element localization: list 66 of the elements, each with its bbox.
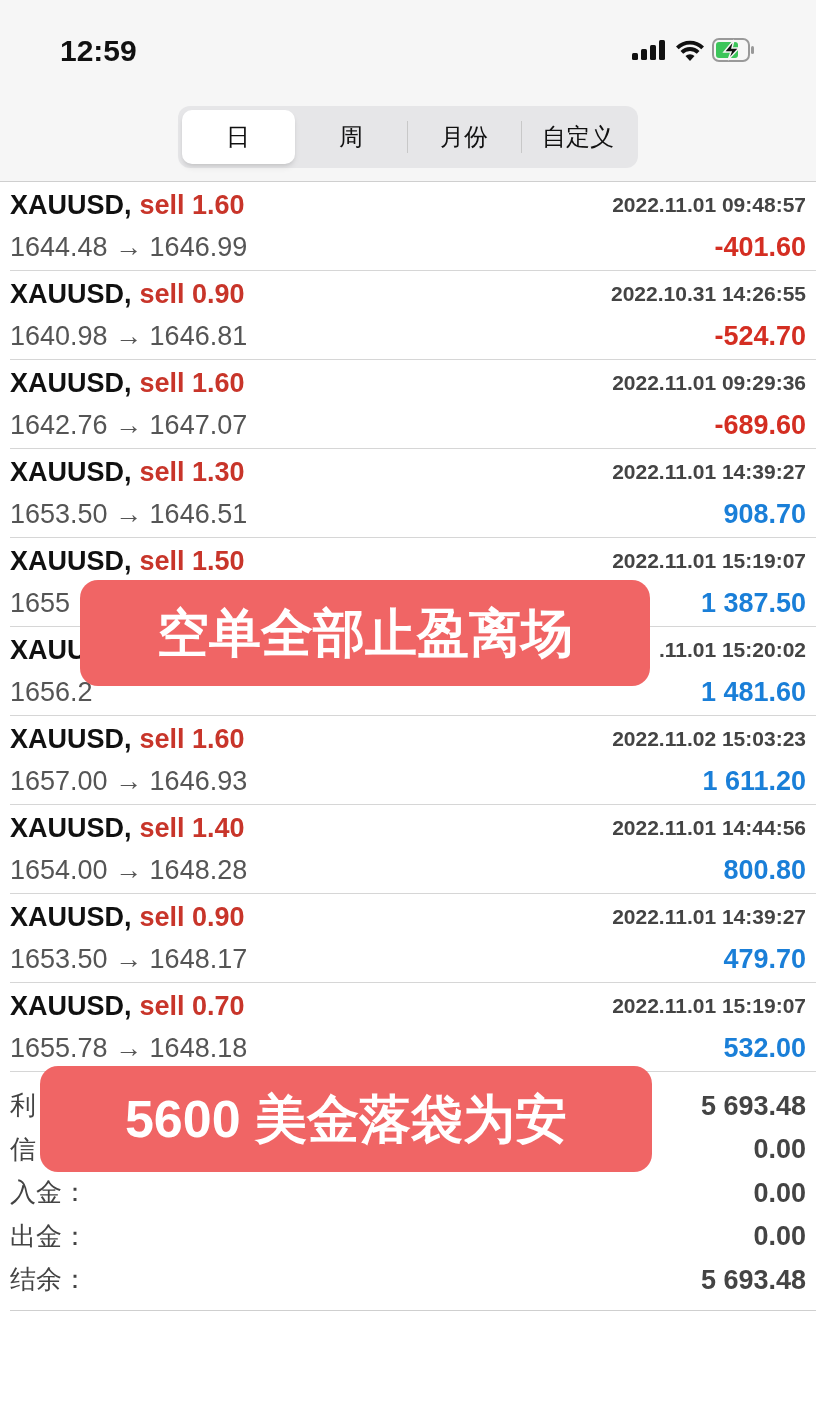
trade-symbol: XAUUSD, — [10, 989, 132, 1023]
trade-prices: 1654.00 → 1648.28 — [10, 854, 248, 887]
trade-time: 2022.11.01 09:29:36 — [612, 370, 806, 396]
trade-profit: 908.70 — [723, 498, 806, 531]
trade-prices: 1642.76 → 1647.07 — [10, 409, 248, 442]
summary-value: 0.00 — [753, 1220, 806, 1253]
trade-symbol: XAUUSD, — [10, 188, 132, 222]
trade-time: 2022.11.01 09:48:57 — [612, 192, 806, 218]
trade-profit: 800.80 — [723, 854, 806, 887]
summary-label: 出金： — [10, 1219, 88, 1253]
period-tab[interactable]: 自定义 — [521, 110, 634, 164]
trade-symbol: XAUUSD, — [10, 544, 132, 578]
summary-label: 结余： — [10, 1263, 88, 1297]
trade-time: 2022.11.01 14:39:27 — [612, 459, 806, 485]
caption-banner: 5600 美金落袋为安 — [40, 1066, 652, 1172]
trade-time: 2022.11.01 14:44:56 — [612, 815, 806, 841]
trade-time: 2022.11.01 15:19:07 — [612, 548, 806, 574]
trade-symbol: XAUUSD, — [10, 811, 132, 845]
trade-symbol: XAUUSD, — [10, 366, 132, 400]
trade-time: 2022.11.01 15:19:07 — [612, 993, 806, 1019]
trade-order: sell 0.90 — [139, 277, 245, 311]
trade-profit: 479.70 — [723, 943, 806, 976]
trade-prices: 1655 — [10, 587, 71, 620]
trade-order: sell 1.40 — [139, 811, 245, 845]
period-tab[interactable]: 月份 — [408, 110, 521, 164]
trade-time: 2022.11.01 14:39:27 — [612, 904, 806, 930]
summary-value: 5 693.48 — [700, 1089, 806, 1123]
trade-profit: 1 481.60 — [700, 676, 806, 709]
trade-order: sell 0.70 — [139, 989, 245, 1023]
trade-time: 2022.11.02 15:03:23 — [612, 726, 806, 752]
period-tab[interactable]: 日 — [182, 110, 295, 164]
trade-profit: 1 387.50 — [700, 587, 806, 620]
trade-symbol: XAUUSD, — [10, 900, 132, 934]
trade-symbol: XAUUSD, — [10, 277, 132, 311]
summary-label: 利 — [10, 1089, 36, 1123]
trade-profit: 1 611.20 — [702, 765, 806, 798]
battery-charging-icon — [712, 38, 756, 62]
trade-symbol: XAUUSD, — [10, 455, 132, 489]
summary-value: 5 693.48 — [700, 1263, 806, 1297]
trade-order: sell 1.50 — [139, 544, 245, 578]
trade-symbol: XAUUSD, — [10, 722, 132, 756]
trade-time: 2022.10.31 14:26:55 — [611, 281, 806, 307]
summary-label: 信 — [10, 1132, 36, 1166]
trade-profit: -689.60 — [714, 409, 806, 442]
trade-prices: 1655.78 → 1648.18 — [10, 1032, 248, 1065]
status-time: 12:59 — [60, 32, 137, 69]
summary-value: 0.00 — [753, 1176, 806, 1210]
trade-order: sell 1.60 — [139, 722, 245, 756]
summary-label: 入金： — [10, 1176, 88, 1210]
trade-order: sell 1.60 — [139, 366, 245, 400]
trade-time: .11.01 15:20:02 — [658, 637, 806, 663]
signal-icon — [632, 40, 668, 60]
trade-order: sell 0.90 — [139, 900, 245, 934]
trade-prices: 1657.00 → 1646.93 — [10, 765, 248, 798]
trade-profit: 532.00 — [723, 1032, 806, 1065]
period-tab[interactable]: 周 — [294, 110, 407, 164]
trade-prices: 1640.98 → 1646.81 — [10, 320, 248, 353]
trade-prices: 1653.50 → 1646.51 — [10, 498, 248, 531]
trade-order: sell 1.60 — [139, 188, 245, 222]
trade-prices: 1653.50 → 1648.17 — [10, 943, 248, 976]
trade-profit: -524.70 — [714, 320, 806, 353]
trade-prices: 1644.48 → 1646.99 — [10, 231, 248, 264]
trade-order: sell 1.30 — [139, 455, 245, 489]
summary-value: 0.00 — [753, 1133, 806, 1166]
trade-profit: -401.60 — [714, 231, 806, 264]
wifi-icon — [676, 39, 704, 61]
